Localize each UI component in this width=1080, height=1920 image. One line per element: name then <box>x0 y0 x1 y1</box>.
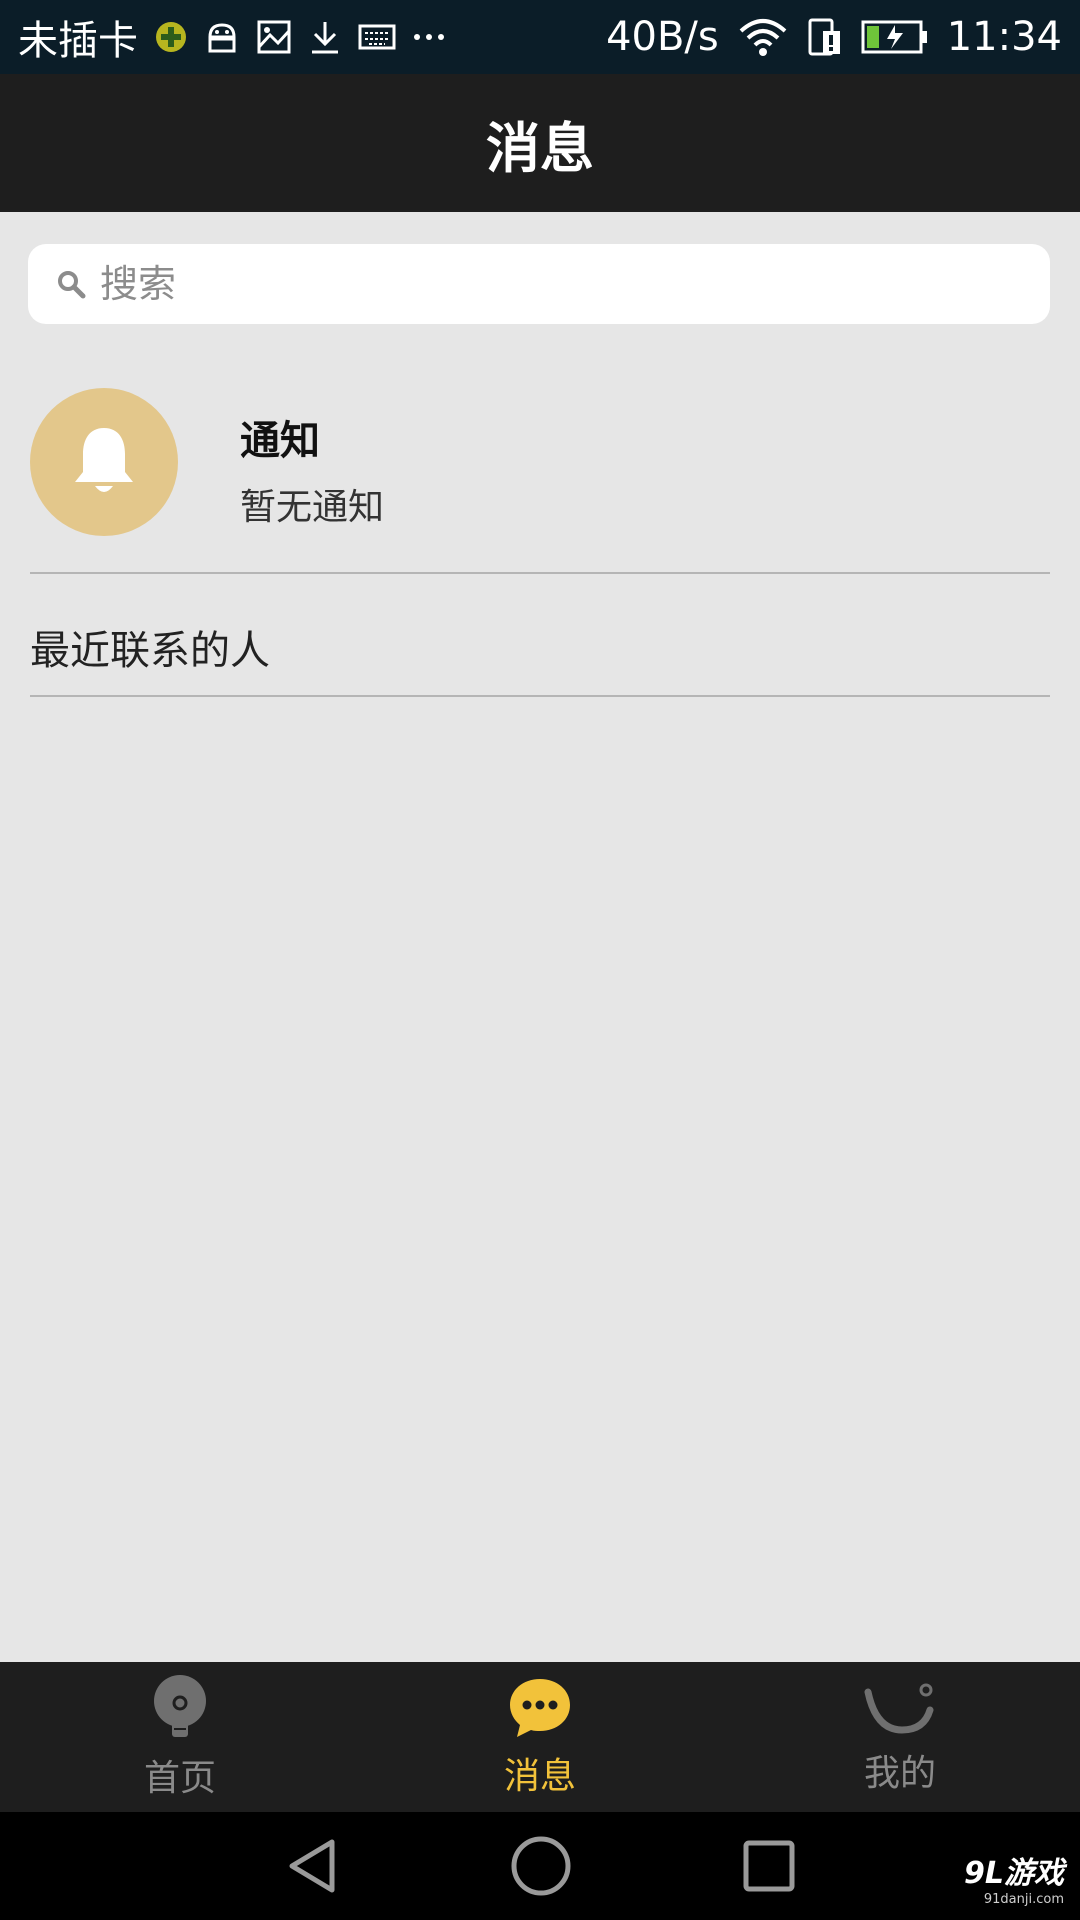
wifi-icon <box>737 17 789 57</box>
network-speed: 40B/s <box>606 14 719 60</box>
notification-avatar <box>30 388 178 536</box>
keyboard-icon <box>358 22 396 52</box>
recents-square-icon <box>743 1840 795 1892</box>
watermark: 9L游戏 91danji.com <box>964 1848 1064 1907</box>
search-bar[interactable] <box>28 244 1050 324</box>
divider <box>30 572 1050 574</box>
bulb-icon <box>154 1675 206 1737</box>
watermark-url: 91danji.com <box>983 1892 1064 1907</box>
download-icon <box>308 19 342 55</box>
smile-icon <box>864 1683 934 1734</box>
notification-subtitle: 暂无通知 <box>240 487 385 528</box>
image-icon <box>256 19 292 55</box>
notification-item[interactable]: 通知 暂无通知 <box>30 388 1050 536</box>
search-icon <box>58 271 86 299</box>
carrier-label: 未插卡 <box>18 18 138 64</box>
android-icon <box>204 19 240 55</box>
chat-bubble-icon <box>510 1679 570 1737</box>
header: 消息 <box>0 74 1080 212</box>
status-bar: 未插卡 40B/s 11:34 <box>0 0 1080 74</box>
tab-home-label: 首页 <box>143 1758 216 1799</box>
clock: 11:34 <box>946 14 1062 60</box>
notification-title: 通知 <box>240 418 320 464</box>
tab-home[interactable]: 首页 <box>0 1662 360 1812</box>
back-button[interactable] <box>284 1836 340 1896</box>
battery-charging-icon <box>861 19 929 55</box>
bottom-tab-bar: 首页 消息 我的 <box>0 1662 1080 1812</box>
sim-icon <box>807 17 843 57</box>
security-plus-icon <box>154 20 188 54</box>
tab-messages-label: 消息 <box>503 1756 576 1797</box>
system-nav-bar <box>0 1812 1080 1920</box>
search-input[interactable] <box>98 261 1002 307</box>
home-button[interactable] <box>510 1835 572 1897</box>
page-title: 消息 <box>486 116 594 180</box>
back-triangle-icon <box>289 1839 335 1893</box>
tab-messages[interactable]: 消息 <box>360 1662 720 1812</box>
divider <box>30 695 1050 697</box>
home-circle-icon <box>511 1836 571 1896</box>
recent-contacts-heading: 最近联系的人 <box>30 628 270 674</box>
bell-icon <box>75 428 133 492</box>
watermark-logo: 9L游戏 <box>964 1856 1064 1891</box>
tab-profile-label: 我的 <box>863 1753 936 1794</box>
more-dots-icon <box>412 32 446 42</box>
recents-button[interactable] <box>742 1839 796 1893</box>
tab-profile[interactable]: 我的 <box>720 1662 1080 1812</box>
